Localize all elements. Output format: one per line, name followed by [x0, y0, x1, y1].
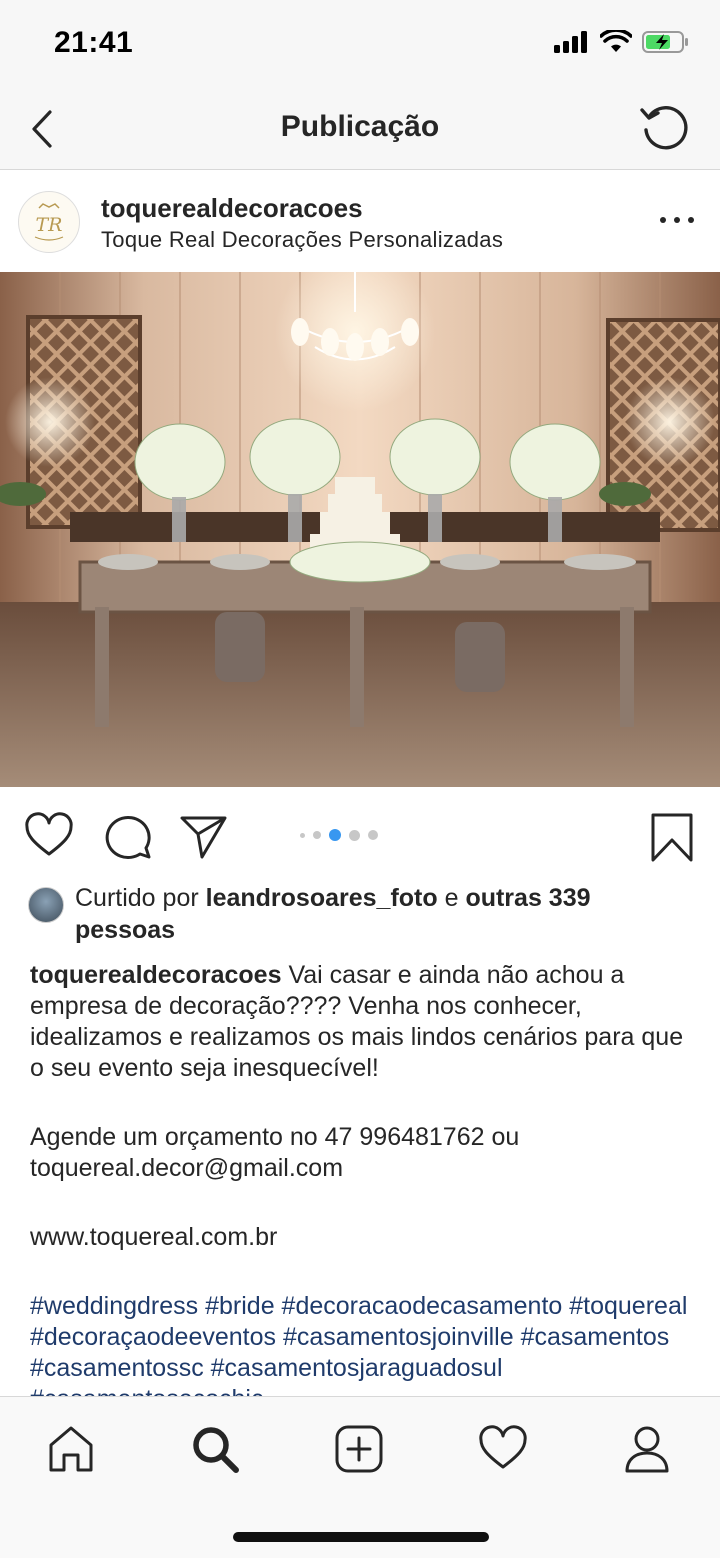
- caption-username[interactable]: toquerealdecoracoes: [30, 961, 282, 989]
- tab-activity[interactable]: [477, 1423, 529, 1475]
- carousel-indicator: [300, 829, 378, 841]
- share-button[interactable]: [178, 810, 230, 862]
- comment-bubble-icon: [105, 816, 151, 859]
- profile-icon: [625, 1426, 669, 1473]
- tab-new-post[interactable]: [333, 1423, 385, 1475]
- caption-website: www.toquereal.com.br: [30, 1223, 278, 1251]
- refresh-button[interactable]: [638, 102, 692, 156]
- carousel-dot: [313, 831, 321, 839]
- post-actions: [0, 800, 720, 870]
- carousel-dot: [300, 832, 305, 838]
- home-indicator[interactable]: [233, 1532, 489, 1542]
- liker-avatar[interactable]: [28, 887, 64, 923]
- like-button[interactable]: [23, 810, 75, 862]
- status-bar: 21:41: [0, 0, 720, 88]
- more-options-button[interactable]: [660, 205, 694, 235]
- likes-text: Curtido por leandrosoares_foto e outras …: [75, 882, 688, 946]
- more-horizontal-icon: [660, 217, 666, 223]
- post-caption: toquerealdecoracoes Vai casar e ainda nã…: [30, 960, 690, 1415]
- carousel-dot: [368, 830, 378, 840]
- page-title: Publicação: [280, 110, 440, 143]
- battery-charging-icon: [642, 31, 688, 53]
- likes-prefix: Curtido por: [75, 884, 206, 912]
- carousel-dot: [349, 829, 360, 841]
- add-icon: [335, 1425, 383, 1473]
- navigation-header: Publicação: [0, 88, 720, 170]
- paper-plane-icon: [180, 816, 227, 859]
- post-photo[interactable]: [0, 272, 720, 787]
- refresh-icon: [640, 106, 688, 150]
- activity-heart-icon: [479, 1425, 527, 1469]
- tab-search[interactable]: [189, 1423, 241, 1475]
- search-icon: [193, 1427, 239, 1473]
- bookmark-icon: [651, 813, 693, 862]
- brand-logo: TR: [34, 203, 64, 241]
- heart-icon: [25, 812, 73, 856]
- liker-username[interactable]: leandrosoares_foto: [206, 884, 438, 912]
- avatar[interactable]: TR: [18, 191, 80, 253]
- wifi-icon: [600, 30, 632, 52]
- tab-home[interactable]: [45, 1423, 97, 1475]
- status-time: 21:41: [54, 26, 134, 59]
- wedding-decoration-photo: [0, 272, 720, 787]
- tab-profile[interactable]: [621, 1423, 673, 1475]
- carousel-dot-active: [329, 829, 341, 841]
- post-username[interactable]: toquerealdecoracoes: [101, 193, 363, 224]
- avatar-initials: TR: [36, 214, 63, 236]
- bottom-tab-bar: [0, 1396, 720, 1558]
- save-button[interactable]: [646, 810, 698, 862]
- post-header: TR toquerealdecoracoes Toque Real Decora…: [0, 171, 720, 271]
- home-icon: [49, 1426, 93, 1472]
- comment-button[interactable]: [102, 810, 154, 862]
- cellular-signal-icon: [554, 31, 587, 53]
- caption-contact: Agende um orçamento no 47 996481762 ou t…: [30, 1123, 520, 1182]
- status-icons: [554, 30, 690, 54]
- post-location[interactable]: Toque Real Decorações Personalizadas: [101, 227, 503, 253]
- likes-summary[interactable]: Curtido por leandrosoares_foto e outras …: [28, 882, 688, 946]
- likes-joiner: e: [437, 884, 466, 912]
